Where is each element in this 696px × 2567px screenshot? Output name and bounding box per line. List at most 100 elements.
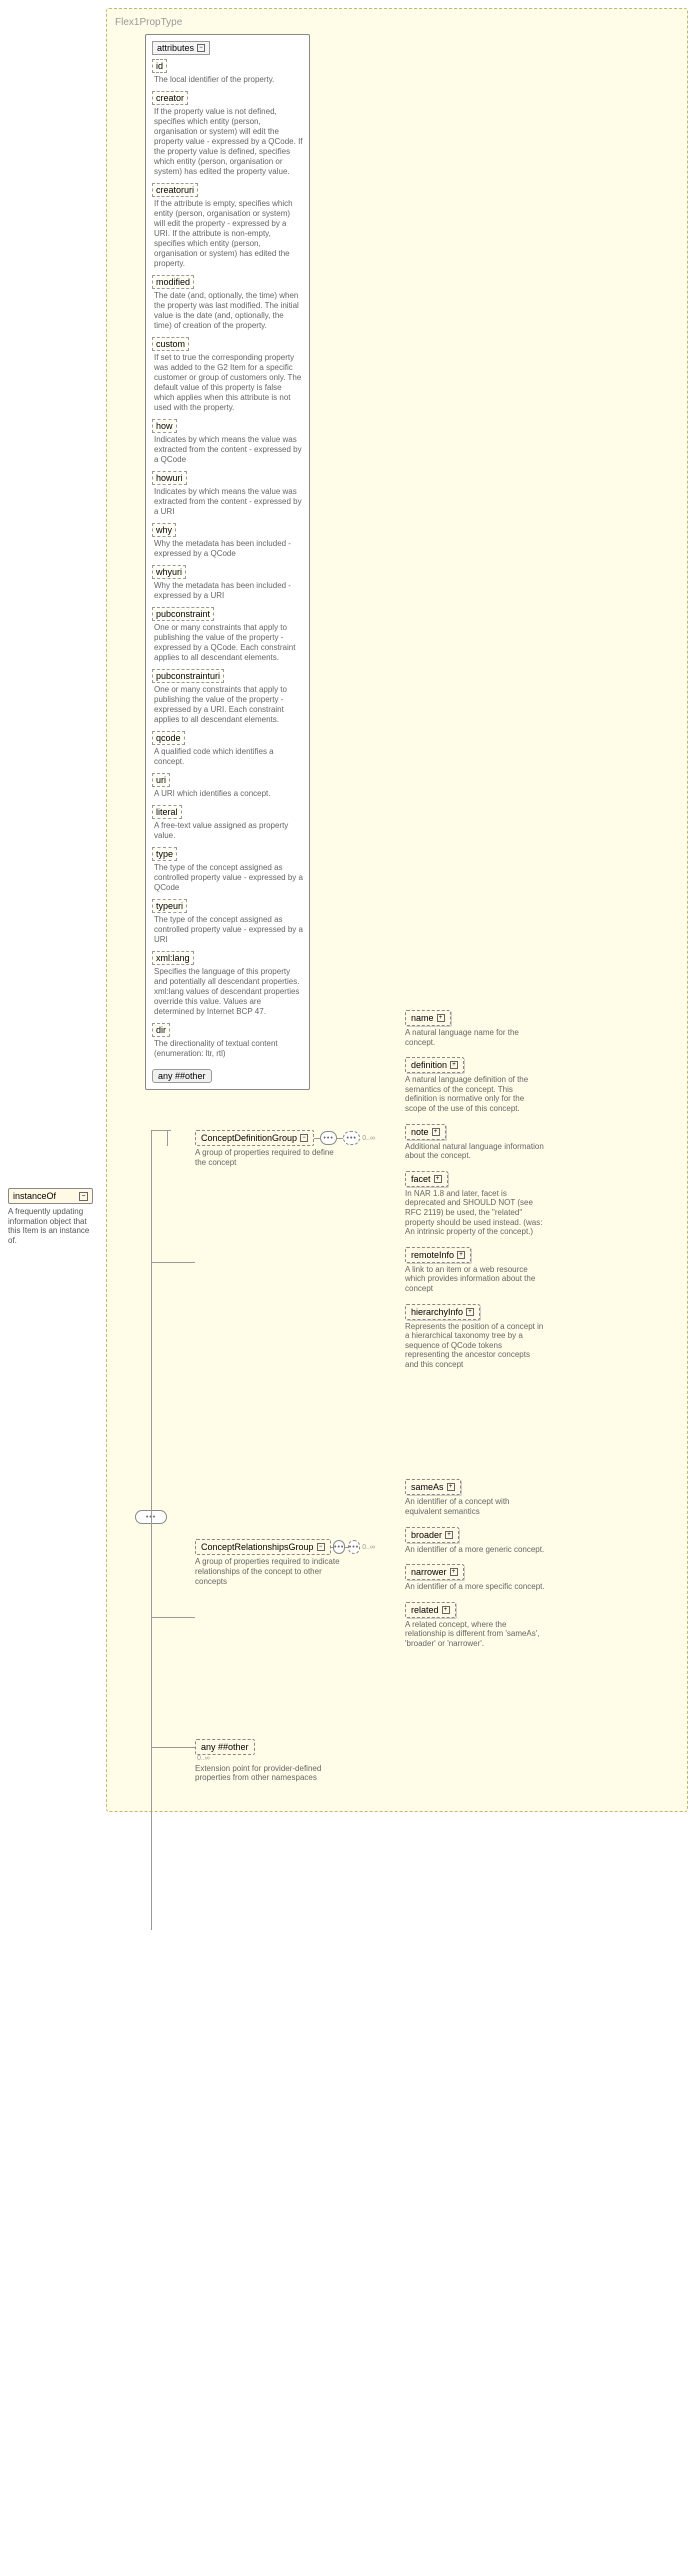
choice-connector [343, 1131, 360, 1145]
attr-name[interactable]: modified [152, 275, 194, 289]
expand-icon[interactable]: + [434, 1175, 442, 1183]
attr-name[interactable]: how [152, 419, 177, 433]
expand-icon[interactable]: + [450, 1568, 458, 1576]
collapse-icon[interactable]: − [300, 1134, 308, 1142]
item-desc: In NAR 1.8 and later, facet is deprecate… [405, 1189, 545, 1237]
attr-desc: One or many constraints that apply to pu… [154, 623, 303, 663]
expand-icon[interactable]: + [445, 1531, 453, 1539]
attr-desc: The type of the concept assigned as cont… [154, 915, 303, 945]
element-broader: broader+ An identifier of a more generic … [405, 1527, 545, 1555]
cardinality: 0..∞ [362, 1135, 375, 1142]
sequence-connector [333, 1540, 345, 1554]
concept-relationships-group-row: ConceptRelationshipsGroup − 0..∞ A group… [195, 1539, 679, 1658]
attribute-xml-lang: xml:lang Specifies the language of this p… [152, 951, 303, 1017]
attribute-dir: dir The directionality of textual content… [152, 1023, 303, 1059]
attr-name[interactable]: howuri [152, 471, 187, 485]
attribute-literal: literal A free-text value assigned as pro… [152, 805, 303, 841]
cardinality: 0..∞ [197, 1755, 679, 1762]
expand-icon[interactable]: + [447, 1483, 455, 1491]
item-desc: Represents the position of a concept in … [405, 1322, 545, 1370]
attr-desc: One or many constraints that apply to pu… [154, 685, 303, 725]
element-narrower: narrower+ An identifier of a more specifi… [405, 1564, 545, 1592]
item-desc: Extension point for provider-defined pro… [195, 1764, 335, 1783]
group-desc: A group of properties required to define… [195, 1148, 345, 1167]
element-box[interactable]: broader+ [405, 1527, 459, 1543]
expand-icon[interactable]: + [450, 1061, 458, 1069]
item-desc: A natural language definition of the sem… [405, 1075, 545, 1113]
attr-desc: A URI which identifies a concept. [154, 789, 303, 799]
element-box[interactable]: related+ [405, 1602, 456, 1618]
expand-icon[interactable]: + [437, 1014, 445, 1022]
attr-name[interactable]: creator [152, 91, 188, 105]
attr-desc: Specifies the language of this property … [154, 967, 303, 1017]
attr-name[interactable]: typeuri [152, 899, 187, 913]
element-sameAs: sameAs+An identifier of a concept with e… [405, 1479, 545, 1516]
element-name: name+ A natural language name for the con… [405, 1010, 545, 1047]
attr-name[interactable]: pubconstrainturi [152, 669, 224, 683]
attr-name[interactable]: why [152, 523, 176, 537]
attr-desc: If the property value is not defined, sp… [154, 107, 303, 177]
attr-name[interactable]: pubconstraint [152, 607, 214, 621]
element-box[interactable]: hierarchyInfo+ [405, 1304, 480, 1320]
element-box[interactable]: note+ [405, 1124, 446, 1140]
attr-desc: The type of the concept assigned as cont… [154, 863, 303, 893]
attr-desc: If the attribute is empty, specifies whi… [154, 199, 303, 269]
attr-name[interactable]: uri [152, 773, 170, 787]
element-box[interactable]: definition+ [405, 1057, 464, 1073]
element-definition: definition+ A natural language definition… [405, 1057, 545, 1113]
element-box[interactable]: facet+ [405, 1171, 448, 1187]
any-other-attr: any ##other [152, 1069, 212, 1083]
attr-name[interactable]: id [152, 59, 167, 73]
attr-name[interactable]: whyuri [152, 565, 186, 579]
expand-icon[interactable]: + [432, 1128, 440, 1136]
attr-name[interactable]: qcode [152, 731, 185, 745]
attr-desc: The directionality of textual content (e… [154, 1039, 303, 1059]
root-element-box[interactable]: instanceOf − [8, 1188, 93, 1204]
expand-icon[interactable]: + [466, 1308, 474, 1316]
item-desc: An identifier of a more specific concept… [405, 1582, 545, 1592]
element-box[interactable]: remoteInfo+ [405, 1247, 471, 1263]
item-desc: A natural language name for the concept. [405, 1028, 545, 1047]
collapse-icon[interactable]: − [317, 1543, 325, 1551]
attr-desc: Why the metadata has been included - exp… [154, 581, 303, 601]
collapse-icon[interactable]: − [79, 1192, 88, 1201]
root-desc: A frequently updating information object… [8, 1207, 93, 1245]
expand-icon[interactable]: + [457, 1251, 465, 1259]
attr-name[interactable]: type [152, 847, 177, 861]
root-column: instanceOf − A frequently updating infor… [8, 1188, 98, 1245]
expand-icon[interactable]: + [442, 1606, 450, 1614]
sequence-connector [320, 1131, 337, 1145]
attr-name[interactable]: dir [152, 1023, 170, 1037]
attribute-typeuri: typeuri The type of the concept assigned … [152, 899, 303, 945]
concept-relationships-group[interactable]: ConceptRelationshipsGroup − [195, 1539, 331, 1555]
attr-name[interactable]: custom [152, 337, 189, 351]
concept-definition-group[interactable]: ConceptDefinitionGroup − [195, 1130, 314, 1146]
element-box[interactable]: narrower+ [405, 1564, 464, 1580]
attributes-panel: attributes − id The local identifier of t… [145, 34, 310, 1090]
element-related: related+A related concept, where the rel… [405, 1602, 545, 1649]
item-desc: An identifier of a more generic concept. [405, 1545, 545, 1555]
element-box[interactable]: sameAs+ [405, 1479, 461, 1495]
attribute-uri: uri A URI which identifies a concept. [152, 773, 303, 799]
element-note: note+Additional natural language informa… [405, 1124, 545, 1161]
attribute-id: id The local identifier of the property. [152, 59, 303, 85]
attr-name[interactable]: literal [152, 805, 182, 819]
schema-diagram: instanceOf − A frequently updating infor… [8, 8, 688, 1812]
tree-trunk-line [151, 1130, 152, 1930]
attr-desc: Indicates by which means the value was e… [154, 435, 303, 465]
attr-name[interactable]: xml:lang [152, 951, 194, 965]
attribute-qcode: qcodeA qualified code which identifies a… [152, 731, 303, 767]
element-remoteInfo: remoteInfo+A link to an item or a web re… [405, 1247, 545, 1294]
cardinality: 0..∞ [362, 1544, 375, 1551]
attr-desc: The local identifier of the property. [154, 75, 303, 85]
collapse-icon[interactable]: − [197, 44, 205, 52]
group-desc: A group of properties required to indica… [195, 1557, 355, 1586]
attr-desc: A free-text value assigned as property v… [154, 821, 303, 841]
attributes-header[interactable]: attributes − [152, 41, 210, 55]
attribute-pubconstraint: pubconstraint One or many constraints tha… [152, 607, 303, 663]
attribute-why: whyWhy the metadata has been included - … [152, 523, 303, 559]
element-box[interactable]: name+ [405, 1010, 451, 1026]
attr-name[interactable]: creatoruri [152, 183, 198, 197]
attribute-pubconstrainturi: pubconstrainturi One or many constraints … [152, 669, 303, 725]
attribute-how: how Indicates by which means the value wa… [152, 419, 303, 465]
